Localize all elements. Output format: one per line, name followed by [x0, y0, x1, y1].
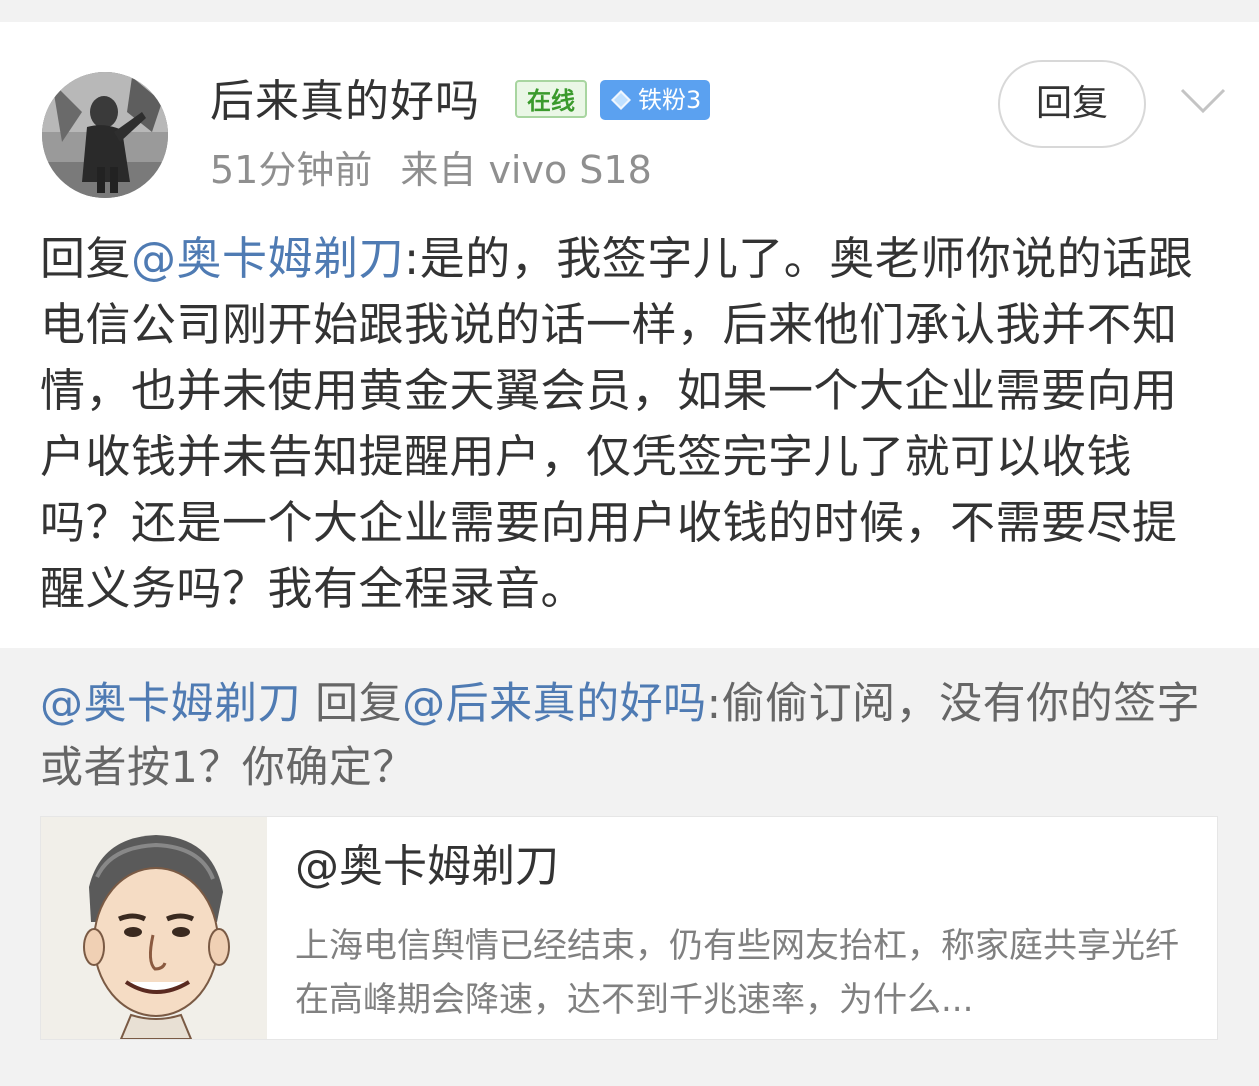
- online-badge: 在线: [515, 80, 587, 118]
- link-thumbnail: [41, 817, 267, 1039]
- fan-level-badge[interactable]: 铁粉3: [600, 80, 710, 120]
- comment-body: 回复@奥卡姆剃刀:是的，我签字儿了。奥老师你说的话跟电信公司刚开始跟我说的话一样…: [40, 226, 1220, 622]
- post-meta: 51分钟前 来自 vivo S18: [210, 146, 652, 194]
- caricature-image: [41, 817, 267, 1039]
- diamond-icon: [611, 90, 631, 110]
- mention-link[interactable]: @奥卡姆剃刀: [131, 232, 404, 285]
- avatar-photo: [42, 72, 168, 198]
- quoted-reply-word: 回复: [301, 679, 403, 729]
- comment-text: :是的，我签字儿了。奥老师你说的话跟电信公司刚开始跟我说的话一样，后来他们承认我…: [40, 232, 1194, 615]
- link-card-title: @奥卡姆剃刀: [295, 841, 559, 892]
- quoted-target-link[interactable]: @后来真的好吗: [402, 679, 707, 729]
- username[interactable]: 后来真的好吗: [210, 74, 480, 130]
- reply-prefix: 回复: [40, 232, 132, 285]
- quoted-reply[interactable]: @奥卡姆剃刀 回复@后来真的好吗:偷偷订阅，没有你的签字或者按1？你确定？ @奥…: [0, 648, 1259, 1076]
- quoted-reply-text: @奥卡姆剃刀 回复@后来真的好吗:偷偷订阅，没有你的签字或者按1？你确定？: [40, 672, 1220, 800]
- link-card-description: 上海电信舆情已经结束，仍有些网友抬杠，称家庭共享光纤在高峰期会降速，达不到千兆速…: [295, 926, 1179, 1020]
- post-time: 51分钟前: [210, 148, 373, 192]
- reply-button[interactable]: 回复: [998, 60, 1146, 148]
- user-avatar[interactable]: [42, 72, 168, 198]
- link-preview-card[interactable]: @奥卡姆剃刀 上海电信舆情已经结束，仍有些网友抬杠，称家庭共享光纤在高峰期会降速…: [40, 816, 1218, 1040]
- post-source: 来自 vivo S18: [400, 148, 652, 192]
- chevron-down-icon[interactable]: [1178, 86, 1228, 116]
- bottom-spacer: [0, 1076, 1259, 1086]
- quoted-author-link[interactable]: @奥卡姆剃刀: [40, 679, 301, 729]
- fan-badge-label: 铁粉3: [638, 86, 702, 114]
- comment-card: 后来真的好吗 在线 铁粉3 51分钟前 来自 vivo S18 回复 回复@奥卡姆…: [0, 22, 1259, 648]
- top-spacer: [0, 0, 1259, 22]
